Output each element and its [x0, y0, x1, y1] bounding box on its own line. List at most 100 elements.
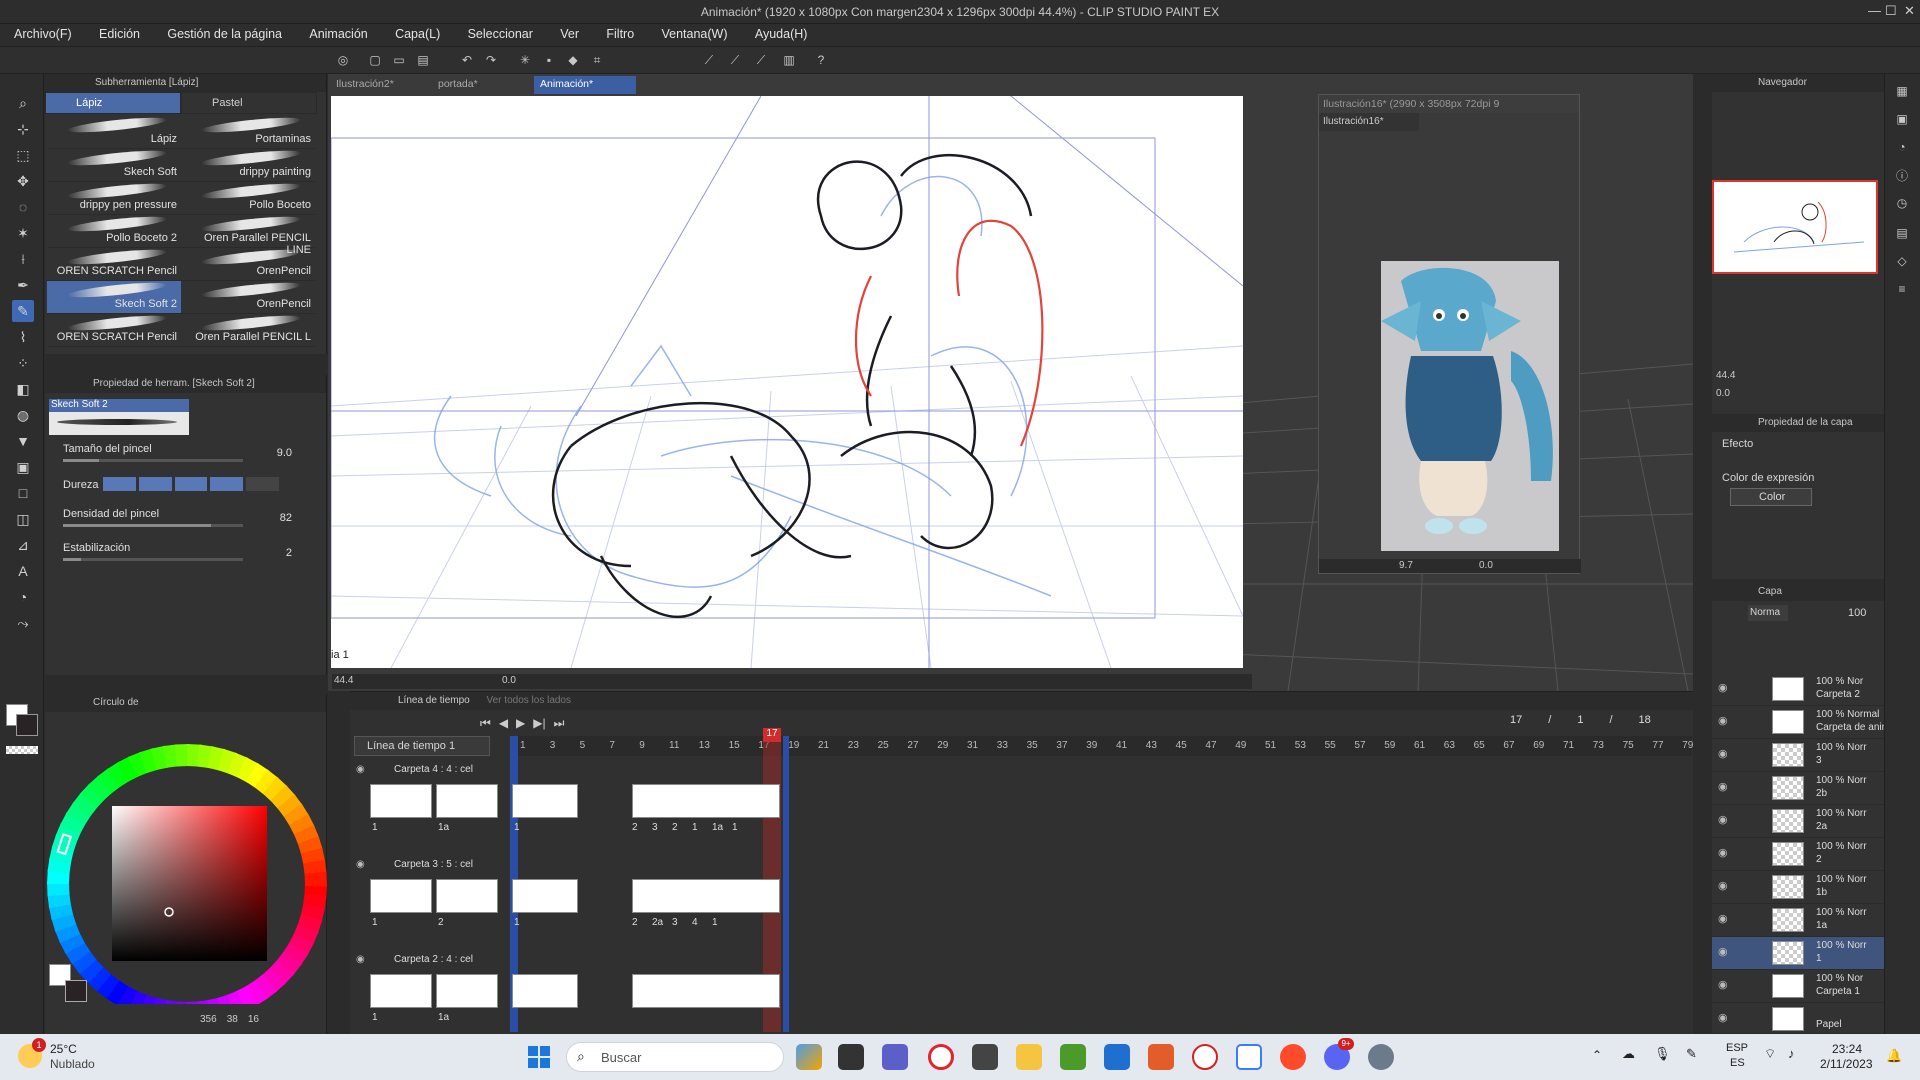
subview-rail-icon[interactable]: ▣: [1893, 110, 1911, 128]
layer-eye-icon[interactable]: ◉: [1718, 846, 1728, 859]
settings-icon[interactable]: [1368, 1044, 1394, 1070]
track-preview-thumb[interactable]: [370, 879, 432, 913]
text-tool-icon[interactable]: A: [12, 560, 34, 582]
hardness-segment[interactable]: [246, 477, 279, 491]
ruler3-icon[interactable]: ⟋: [752, 51, 770, 69]
operation-tool-icon[interactable]: ⬚: [12, 144, 34, 166]
save-icon[interactable]: ▤: [414, 51, 432, 69]
brush-item[interactable]: Oren Parallel PENCIL LINE: [181, 213, 315, 256]
layer-row[interactable]: ◉ 100 % Norr 1a: [1712, 904, 1884, 937]
eyedropper-icon[interactable]: ⟊: [12, 248, 34, 270]
color-main-swatch[interactable]: [65, 980, 87, 1002]
lang-secondary[interactable]: ES: [1730, 1057, 1745, 1069]
track-preview-thumb[interactable]: [370, 974, 432, 1008]
range-end-marker[interactable]: [783, 736, 789, 1032]
reference-image[interactable]: [1381, 261, 1559, 551]
hardness-segment[interactable]: [174, 477, 208, 491]
menu-ayuda[interactable]: Ayuda(H): [755, 24, 808, 41]
brush-item[interactable]: drippy pen pressure: [47, 180, 181, 215]
pen-tray-icon[interactable]: ✎: [1686, 1046, 1697, 1062]
sketch-drawing[interactable]: [331, 96, 1243, 668]
current-frame-marker[interactable]: 17: [763, 728, 781, 742]
maximize-button[interactable]: ☐: [1885, 3, 1897, 19]
move-tool-icon[interactable]: ⊹: [12, 118, 34, 140]
navigator-zoom[interactable]: 44.4: [1716, 370, 1735, 381]
brush-item[interactable]: Pollo Boceto: [181, 180, 315, 215]
frame-ruler[interactable]: 1 3 5 7 9 11 13 15 17 19 21 23 25 27 29 31 33 35 37 39 41 43 4…: [512, 736, 1693, 756]
fill-tool-icon[interactable]: ▼: [12, 430, 34, 452]
layer-eye-icon[interactable]: ◉: [1718, 945, 1728, 958]
layer-eye-icon[interactable]: ◉: [1718, 1011, 1728, 1024]
new-file-icon[interactable]: ▢: [366, 51, 384, 69]
reference-tab[interactable]: Ilustración16*: [1319, 113, 1419, 131]
figure-icon[interactable]: □: [12, 482, 34, 504]
frame-icon[interactable]: ◫: [12, 508, 34, 530]
teams-icon[interactable]: [882, 1044, 908, 1070]
file-explorer-icon[interactable]: [1016, 1044, 1042, 1070]
track-name[interactable]: Carpeta 4 : 4 : cel: [350, 762, 490, 778]
lasso-icon[interactable]: ◌: [12, 196, 34, 218]
track-name[interactable]: Carpeta 2 : 4 : cel: [350, 952, 490, 968]
track-eye-icon[interactable]: ◉: [356, 954, 365, 965]
stack-rail-icon[interactable]: ≡: [1893, 280, 1911, 298]
navigator-preview[interactable]: [1712, 180, 1878, 274]
menu-seleccionar[interactable]: Seleccionar: [468, 24, 533, 41]
track-preview-thumb[interactable]: [436, 879, 498, 913]
fill-icon[interactable]: ◆: [564, 51, 582, 69]
ruler-tool-icon[interactable]: ⊿: [12, 534, 34, 556]
play-icon[interactable]: ▶: [516, 716, 525, 731]
hardness-segment[interactable]: [210, 477, 244, 491]
brush-item[interactable]: OrenPencil: [181, 279, 315, 314]
canvas-paper[interactable]: ia 1: [331, 96, 1243, 668]
minecraft-icon[interactable]: [1060, 1044, 1086, 1070]
tab-lapiz[interactable]: Lápiz: [45, 92, 181, 114]
layer-rail-icon[interactable]: ▤: [1893, 224, 1911, 242]
redo-icon[interactable]: ↷: [482, 51, 500, 69]
cel-block[interactable]: [632, 974, 780, 1008]
expression-select[interactable]: Color: [1730, 488, 1812, 506]
cel-block[interactable]: [512, 784, 578, 818]
brush-item[interactable]: Lápiz: [47, 114, 181, 149]
layer-eye-icon[interactable]: ◉: [1718, 978, 1728, 991]
layer-eye-icon[interactable]: ◉: [1718, 813, 1728, 826]
menu-archivo[interactable]: Archivo(F): [14, 24, 72, 41]
cel-block[interactable]: [632, 879, 780, 913]
track-name[interactable]: Carpeta 3 : 5 : cel: [350, 857, 490, 873]
lang-primary[interactable]: ESP: [1726, 1042, 1748, 1054]
cel-block[interactable]: [632, 784, 780, 818]
taskbar-search[interactable]: ⌕ Buscar: [566, 1042, 784, 1072]
reference-zoom[interactable]: 9.7: [1399, 560, 1413, 571]
blend-tool-icon[interactable]: ◍: [12, 404, 34, 426]
windows-start-icon[interactable]: [528, 1046, 550, 1068]
density-slider[interactable]: [63, 524, 243, 527]
size-slider[interactable]: [63, 459, 243, 462]
tab-pastel[interactable]: Pastel: [181, 92, 317, 114]
open-file-icon[interactable]: ▭: [390, 51, 408, 69]
canvas-angle[interactable]: 0.0: [502, 675, 516, 686]
track-preview-thumb[interactable]: [370, 784, 432, 818]
help-icon[interactable]: ?: [812, 51, 830, 69]
wifi-icon[interactable]: ⌔: [1764, 1046, 1776, 1062]
stabilization-value[interactable]: 2: [286, 547, 292, 559]
hardness-segment[interactable]: [103, 477, 136, 491]
brush-item[interactable]: Skech Soft: [47, 147, 181, 182]
brush-item[interactable]: drippy painting: [181, 147, 315, 182]
magic-wand-icon[interactable]: ✶: [12, 222, 34, 244]
layer-row[interactable]: ◉ 100 % Norr 1b: [1712, 871, 1884, 904]
w-app-icon[interactable]: [1236, 1044, 1262, 1070]
next-frame-icon[interactable]: ▶|: [533, 716, 545, 731]
pencil-tool-icon[interactable]: ✎: [12, 300, 34, 322]
history-rail-icon[interactable]: ◷: [1893, 194, 1911, 212]
cloud-icon[interactable]: ☁: [1622, 1046, 1635, 1062]
layer-eye-icon[interactable]: ◉: [1718, 879, 1728, 892]
undo-icon[interactable]: ↶: [458, 51, 476, 69]
clip-studio-taskbar-icon[interactable]: [972, 1044, 998, 1070]
transparent-swatch[interactable]: [6, 746, 38, 754]
prev-frame-icon[interactable]: ◀: [499, 716, 508, 731]
clock-time[interactable]: 23:24: [1832, 1042, 1862, 1056]
clock-date[interactable]: 2/11/2023: [1820, 1057, 1873, 1071]
opera-icon[interactable]: [928, 1044, 954, 1070]
cel-block[interactable]: [512, 879, 578, 913]
layer-eye-icon[interactable]: ◉: [1718, 681, 1728, 694]
ea-app-icon[interactable]: [1280, 1044, 1306, 1070]
